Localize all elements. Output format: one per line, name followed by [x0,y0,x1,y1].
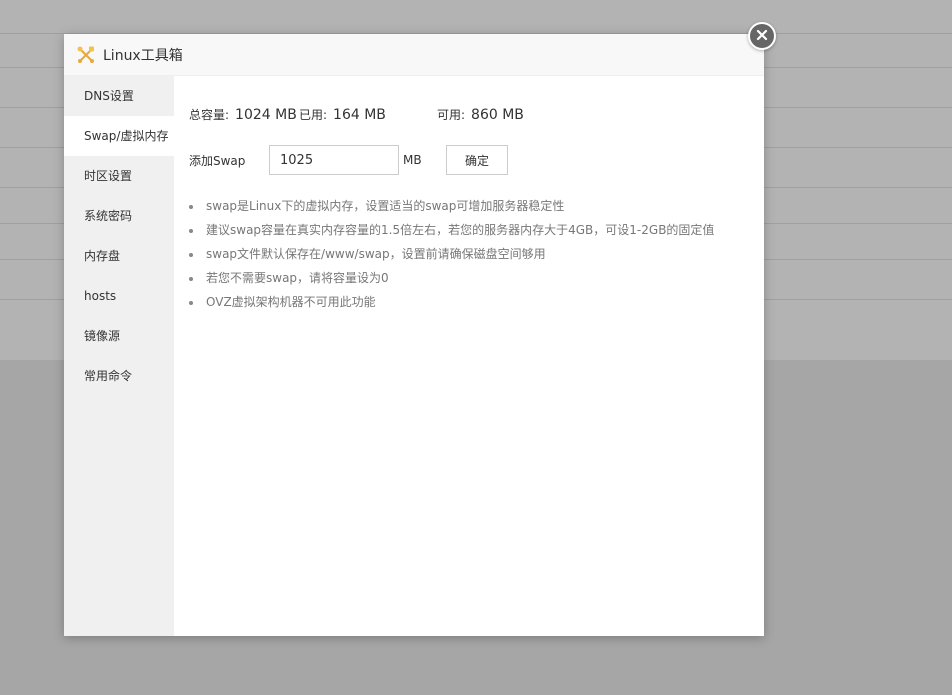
linux-toolbox-dialog: Linux工具箱 DNS设置 Swap/虚拟内存 时区设置 系统密码 内存盘 h… [64,34,764,636]
swap-size-input[interactable] [269,145,399,175]
add-swap-label: 添加Swap [189,153,246,168]
free-capacity-value: 860 MB [471,107,524,123]
used-capacity: 已用: 164 MB [299,106,437,123]
sidebar-item-ramdisk[interactable]: 内存盘 [64,236,174,276]
tip-item: swap文件默认保存在/www/swap，设置前请确保磁盘空间够用 [189,242,714,266]
used-capacity-value: 164 MB [333,107,386,123]
dialog-header: Linux工具箱 [64,34,764,76]
tip-item: 若您不需要swap，请将容量设为0 [189,266,714,290]
used-capacity-label: 已用: [299,108,328,122]
free-capacity: 可用: 860 MB [437,106,524,123]
swap-unit-label: MB [403,153,422,167]
tip-item: OVZ虚拟架构机器不可用此功能 [189,290,714,314]
confirm-button[interactable]: 确定 [446,145,508,175]
total-capacity: 总容量: 1024 MB [189,106,299,123]
sidebar-item-swap[interactable]: Swap/虚拟内存 [64,116,174,156]
sidebar: DNS设置 Swap/虚拟内存 时区设置 系统密码 内存盘 hosts 镜像源 … [64,76,174,636]
close-icon [755,27,769,46]
tip-item: 建议swap容量在真实内存容量的1.5倍左右，若您的服务器内存大于4GB，可设1… [189,218,714,242]
add-swap-row: 添加Swap MB 确定 [189,145,508,175]
tools-icon [76,45,96,65]
sidebar-item-hosts[interactable]: hosts [64,276,174,316]
sidebar-item-dns[interactable]: DNS设置 [64,76,174,116]
sidebar-item-mirror[interactable]: 镜像源 [64,316,174,356]
tip-item: swap是Linux下的虚拟内存，设置适当的swap可增加服务器稳定性 [189,194,714,218]
sidebar-item-timezone[interactable]: 时区设置 [64,156,174,196]
swap-stats: 总容量: 1024 MB 已用: 164 MB 可用: 860 MB [189,106,524,123]
dialog-title: Linux工具箱 [103,47,183,64]
total-capacity-label: 总容量: [189,108,230,122]
tips-list: swap是Linux下的虚拟内存，设置适当的swap可增加服务器稳定性 建议sw… [189,194,714,314]
free-capacity-label: 可用: [437,108,466,122]
total-capacity-value: 1024 MB [235,107,297,123]
sidebar-item-password[interactable]: 系统密码 [64,196,174,236]
sidebar-item-commands[interactable]: 常用命令 [64,356,174,396]
close-button[interactable] [748,22,776,50]
swap-panel: 总容量: 1024 MB 已用: 164 MB 可用: 860 MB 添加Swa… [174,76,764,636]
